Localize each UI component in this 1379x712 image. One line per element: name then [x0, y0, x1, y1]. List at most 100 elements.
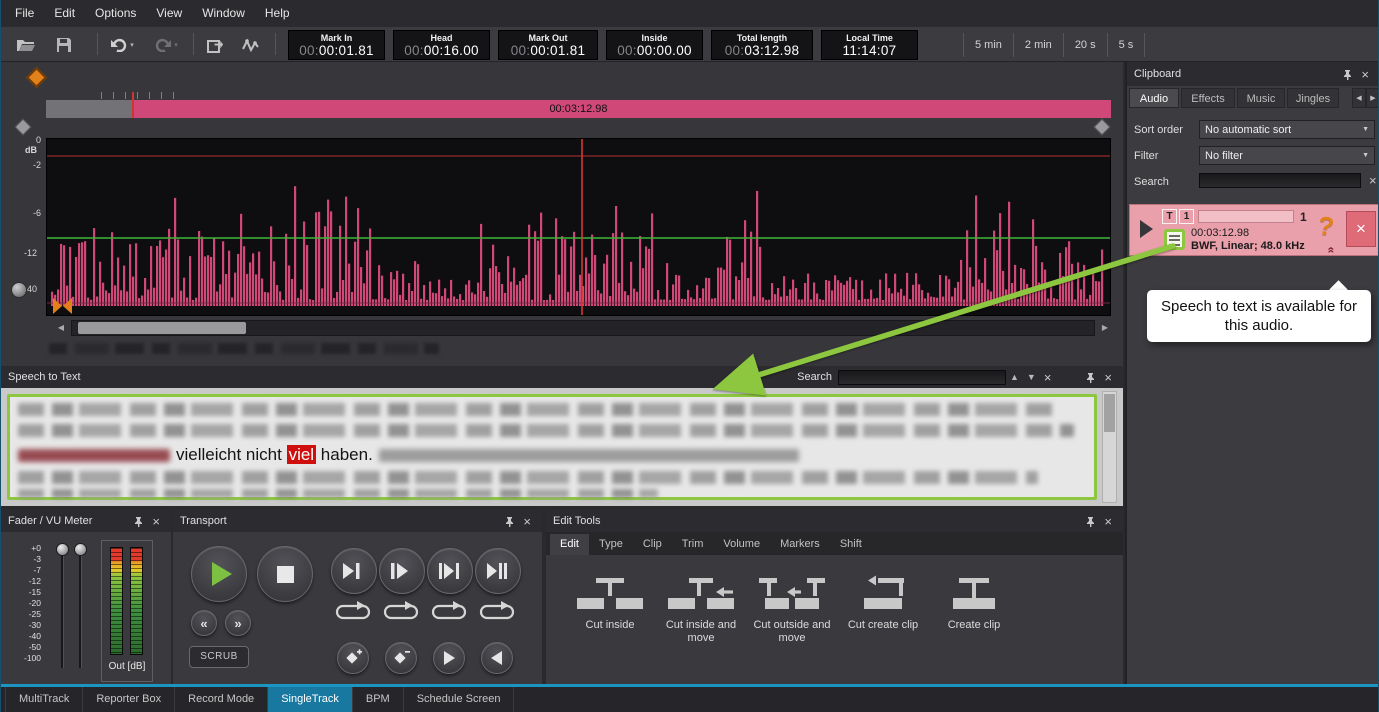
- tab-markers[interactable]: Markers: [770, 534, 830, 555]
- zoom-preset-5min[interactable]: 5 min: [963, 33, 1013, 57]
- scrollbar-thumb[interactable]: [78, 322, 246, 334]
- previous-marker-button[interactable]: [481, 642, 513, 674]
- play-selection-button[interactable]: [427, 548, 473, 594]
- loop-play-from-button[interactable]: [383, 600, 419, 623]
- close-panel-button[interactable]: ×: [1100, 371, 1116, 384]
- save-button[interactable]: [51, 33, 77, 57]
- tab-music[interactable]: Music: [1237, 88, 1285, 108]
- speech-search-input[interactable]: [838, 370, 1006, 385]
- tab-shift[interactable]: Shift: [830, 534, 872, 555]
- pin-icon[interactable]: [1085, 372, 1096, 383]
- tab-schedule-screen[interactable]: Schedule Screen: [404, 687, 515, 712]
- audio-processing-button[interactable]: [239, 33, 265, 57]
- tab-trim[interactable]: Trim: [672, 534, 714, 555]
- prelisten-help-icon[interactable]: ?: [1316, 210, 1336, 243]
- tabs-scroll-left[interactable]: ◀: [1352, 88, 1366, 108]
- find-previous-button[interactable]: ▲: [1006, 372, 1023, 382]
- stop-button[interactable]: [257, 546, 313, 602]
- menu-help[interactable]: Help: [255, 0, 300, 27]
- sort-order-select[interactable]: No automatic sort ▼: [1199, 120, 1375, 139]
- remove-marker-button[interactable]: [385, 642, 417, 674]
- pin-icon[interactable]: [504, 516, 515, 527]
- close-panel-button[interactable]: ×: [519, 515, 535, 528]
- clipboard-search-input[interactable]: [1199, 173, 1361, 188]
- horizontal-scrollbar[interactable]: [71, 320, 1095, 336]
- transcript-available-icon[interactable]: [1164, 229, 1185, 250]
- vertical-scrollbar[interactable]: [1102, 391, 1117, 503]
- pin-icon[interactable]: [1342, 69, 1353, 80]
- clear-search-button[interactable]: ×: [1365, 174, 1379, 187]
- loop-selection-button[interactable]: [431, 600, 467, 623]
- tab-effects[interactable]: Effects: [1181, 88, 1235, 108]
- redo-button[interactable]: ▾: [149, 33, 183, 57]
- menu-view[interactable]: View: [146, 0, 192, 27]
- tab-multitrack[interactable]: MultiTrack: [5, 687, 83, 712]
- tab-audio[interactable]: Audio: [1129, 88, 1179, 108]
- fader-knob-right[interactable]: [74, 543, 87, 556]
- close-panel-button[interactable]: ×: [1100, 515, 1116, 528]
- create-clip-button[interactable]: Create clip: [930, 566, 1018, 676]
- menu-window[interactable]: Window: [192, 0, 255, 27]
- collapse-item-icon[interactable]: «: [1324, 247, 1338, 254]
- menu-file[interactable]: File: [5, 0, 44, 27]
- clear-search-button[interactable]: ×: [1040, 371, 1056, 384]
- edit-marker-icon[interactable]: [63, 298, 72, 314]
- tab-reporter-box[interactable]: Reporter Box: [83, 687, 175, 712]
- fader-track-left[interactable]: [61, 546, 64, 668]
- gain-knob[interactable]: [11, 282, 27, 298]
- play-from-mark-button[interactable]: [379, 548, 425, 594]
- zoom-preset-2min[interactable]: 2 min: [1013, 33, 1063, 57]
- edit-marker-icon[interactable]: [53, 298, 62, 314]
- pin-icon[interactable]: [1085, 516, 1096, 527]
- next-marker-button[interactable]: [433, 642, 465, 674]
- add-marker-button[interactable]: [337, 642, 369, 674]
- scrub-button[interactable]: SCRUB: [189, 646, 249, 668]
- undo-button[interactable]: ▾: [105, 33, 139, 57]
- cut-outside-and-move-button[interactable]: Cut outside and move: [748, 566, 836, 676]
- tab-record-mode[interactable]: Record Mode: [175, 687, 268, 712]
- menu-options[interactable]: Options: [85, 0, 146, 27]
- loop-clip-button[interactable]: [479, 600, 515, 623]
- cut-create-clip-button[interactable]: Cut create clip: [839, 566, 927, 676]
- tab-volume[interactable]: Volume: [713, 534, 770, 555]
- play-clip-button[interactable]: [475, 548, 521, 594]
- tab-bpm[interactable]: BPM: [353, 687, 404, 712]
- close-panel-button[interactable]: ×: [148, 515, 164, 528]
- cut-inside-and-move-button[interactable]: Cut inside and move: [657, 566, 745, 676]
- skip-forward-button[interactable]: »: [225, 610, 251, 636]
- menu-edit[interactable]: Edit: [44, 0, 85, 27]
- tab-jingles[interactable]: Jingles: [1287, 88, 1339, 108]
- open-file-button[interactable]: [13, 33, 39, 57]
- marker-diamond-icon[interactable]: [26, 67, 47, 88]
- play-to-mark-button[interactable]: [331, 548, 377, 594]
- play-button[interactable]: [191, 546, 247, 602]
- range-handle-right[interactable]: [1094, 119, 1111, 136]
- loop-play-to-button[interactable]: [335, 600, 371, 623]
- tab-type[interactable]: Type: [589, 534, 633, 555]
- clipboard-item[interactable]: T 1 1 00:03:12.98 BWF, Linear; 48.0 kHz …: [1129, 204, 1379, 256]
- waveform-display[interactable]: [46, 138, 1111, 316]
- tab-edit[interactable]: Edit: [550, 534, 589, 555]
- find-next-button[interactable]: ▼: [1023, 372, 1040, 382]
- range-handle-left[interactable]: [15, 119, 32, 136]
- tabs-scroll-right[interactable]: ▶: [1366, 88, 1379, 108]
- skip-back-button[interactable]: «: [191, 610, 217, 636]
- fader-knob-left[interactable]: [56, 543, 69, 556]
- pin-icon[interactable]: [133, 516, 144, 527]
- transcript-area[interactable]: vielleicht nicht viel haben.: [7, 394, 1097, 500]
- overview-bar[interactable]: 00:03:12.98: [46, 100, 1111, 118]
- close-panel-button[interactable]: ×: [1357, 68, 1373, 81]
- prelisten-play-icon[interactable]: [1140, 220, 1153, 238]
- filter-select[interactable]: No filter ▼: [1199, 146, 1375, 165]
- zoom-preset-20s[interactable]: 20 s: [1063, 33, 1107, 57]
- remove-item-button[interactable]: ×: [1346, 211, 1376, 247]
- cut-inside-button[interactable]: Cut inside: [566, 566, 654, 676]
- tab-clip[interactable]: Clip: [633, 534, 672, 555]
- fader-track-right[interactable]: [79, 546, 82, 668]
- export-button[interactable]: [203, 33, 229, 57]
- tab-singletrack[interactable]: SingleTrack: [268, 687, 353, 712]
- scroll-right-button[interactable]: ▶: [1097, 320, 1113, 336]
- zoom-preset-5s[interactable]: 5 s: [1107, 33, 1146, 57]
- scrollbar-thumb[interactable]: [1104, 394, 1115, 432]
- scroll-left-button[interactable]: ◀: [53, 320, 69, 336]
